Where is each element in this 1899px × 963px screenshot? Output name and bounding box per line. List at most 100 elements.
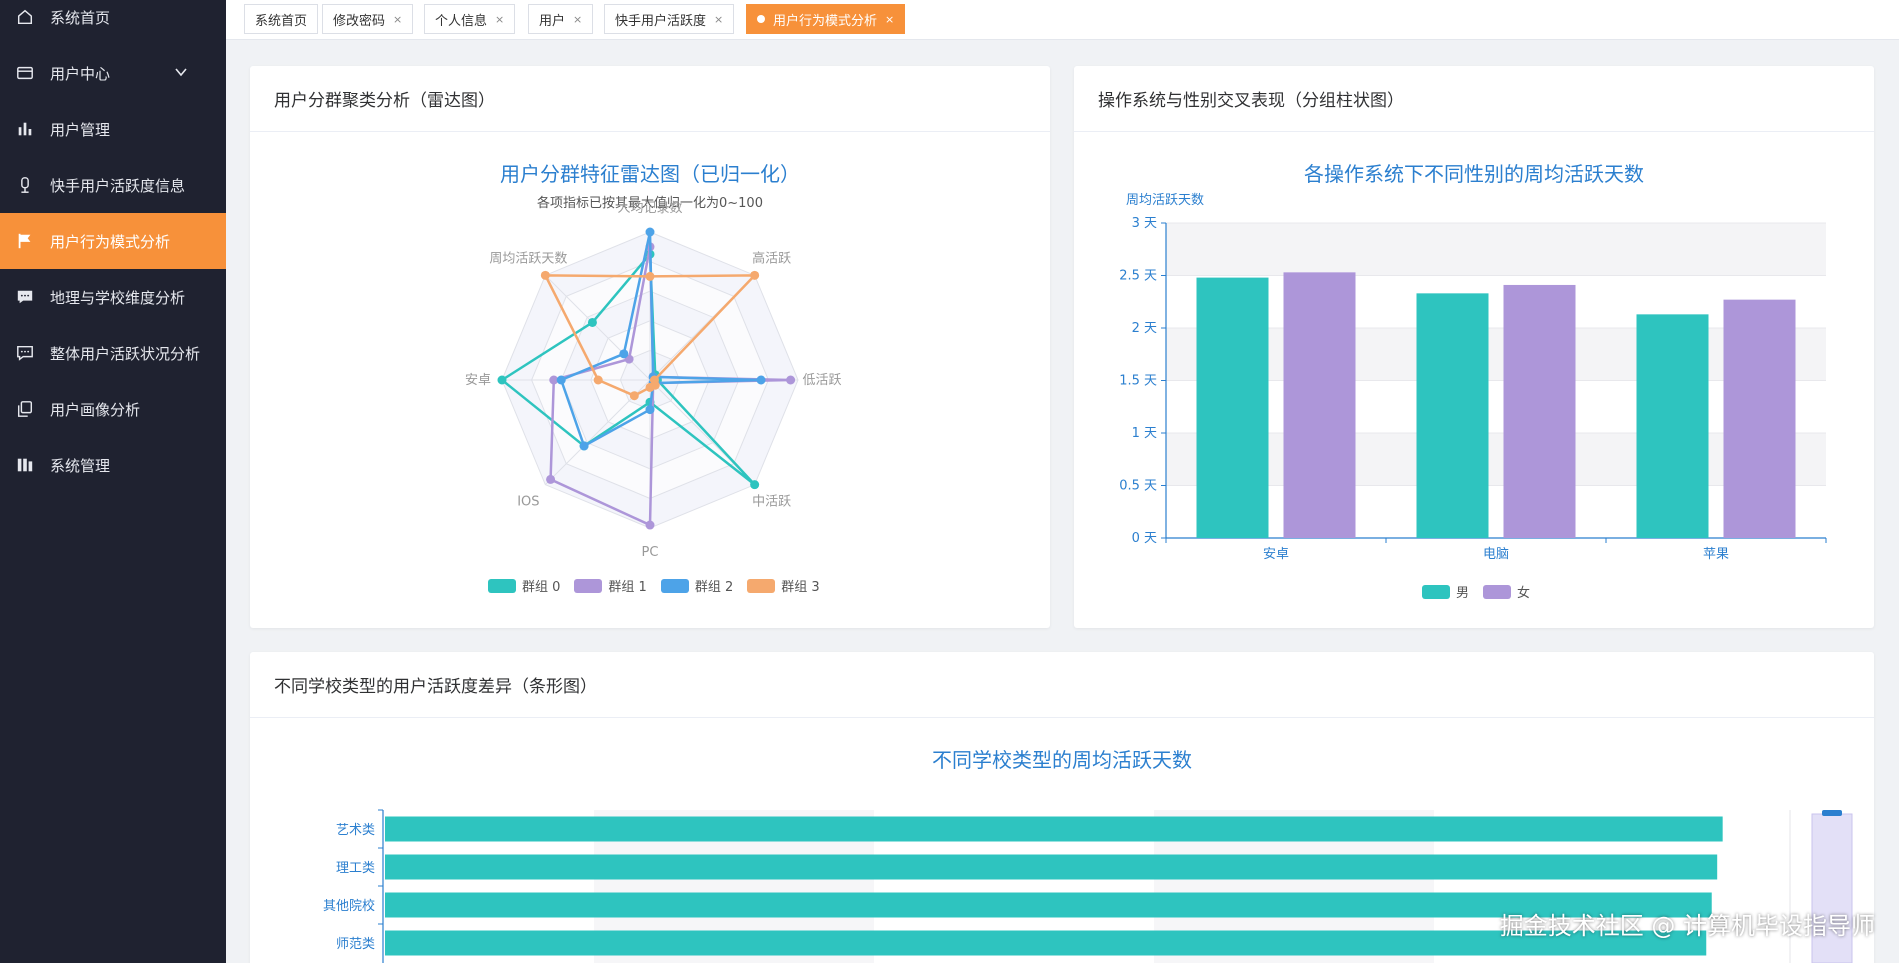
- sidebar-item-7[interactable]: 整体用户活跃状况分析: [0, 325, 226, 381]
- columns-icon: [14, 454, 36, 476]
- tab-6[interactable]: 用户行为模式分析 ×: [746, 4, 906, 34]
- legend-item[interactable]: 群组 2: [660, 576, 733, 595]
- legend-label: 群组 3: [781, 580, 820, 595]
- tab-label: 用户: [539, 13, 566, 29]
- bar-电脑-女[interactable]: [1503, 284, 1576, 538]
- close-icon[interactable]: ×: [714, 13, 723, 26]
- radar-indicator-label: 安卓: [465, 373, 491, 388]
- sidebar-item-label: 整体用户活跃状况分析: [50, 344, 201, 363]
- tab-label: 用户行为模式分析: [773, 13, 878, 29]
- grouped-bar-chart: 0 天 0.5 天 1 天 1.5 天 2 天 2.5 天 3 天 周均活跃天数安卓 电脑 苹果: [1119, 193, 1827, 562]
- close-icon[interactable]: ×: [495, 13, 504, 26]
- tab-label: 个人信息: [435, 13, 488, 29]
- y-tick-label: 1.5 天: [1119, 374, 1157, 389]
- tab-3[interactable]: 个人信息 ×: [424, 4, 516, 34]
- flag-icon: [14, 230, 36, 252]
- legend-swatch: [747, 578, 776, 593]
- sidebar-item-label: 用户行为模式分析: [50, 232, 171, 251]
- tab-bar: 系统首页 修改密码 × 个人信息 × 用户 × 快手用户活跃度 × 用户行为模式分析 ×: [226, 0, 1899, 40]
- radar-point: [645, 271, 655, 281]
- sidebar-item-8[interactable]: 用户画像分析: [0, 381, 226, 437]
- legend-label: 男: [1456, 586, 1470, 601]
- radar-point: [546, 474, 556, 484]
- y-axis-label: 周均活跃天数: [1126, 193, 1204, 208]
- bar-安卓-女[interactable]: [1283, 272, 1356, 538]
- legend-item[interactable]: 群组 3: [747, 576, 820, 595]
- x-tick-label: 安卓: [1263, 547, 1289, 562]
- radar-indicator-label: PC: [642, 545, 659, 560]
- close-icon[interactable]: ×: [573, 13, 582, 26]
- sidebar-item-label: 系统管理: [50, 456, 111, 475]
- legend-item[interactable]: 群组 0: [488, 576, 560, 595]
- legend-item[interactable]: 女: [1483, 582, 1530, 601]
- bar-chart-icon: [14, 118, 36, 140]
- sidebar-item-4[interactable]: 快手用户活跃度信息: [0, 157, 226, 213]
- radar-point: [645, 520, 655, 530]
- sidebar-item-6[interactable]: 地理与学校维度分析: [0, 269, 226, 325]
- tab-1[interactable]: 系统首页: [244, 4, 319, 34]
- tab-label: 快手用户活跃度: [615, 13, 707, 29]
- grouped-bar-card: 操作系统与性别交叉表现（分组柱状图） 各操作系统下不同性别的周均活跃天数 0 天…: [1074, 66, 1874, 628]
- tab-2[interactable]: 修改密码 ×: [322, 4, 414, 34]
- radar-legend: 群组 0 群组 1 群组 2 群组 3: [488, 576, 834, 595]
- sidebar-item-3[interactable]: 用户管理: [0, 101, 226, 157]
- radar-point: [629, 391, 639, 401]
- sidebar-item-label: 用户中心: [50, 64, 111, 83]
- sidebar-item-2[interactable]: 用户中心: [0, 45, 226, 101]
- tab-label: 系统首页: [255, 13, 308, 29]
- chat-icon: [14, 286, 36, 308]
- x-tick-label: 苹果: [1703, 547, 1729, 562]
- radar-indicator-label: 高活跃: [752, 250, 791, 266]
- chevron-down-icon[interactable]: [174, 65, 188, 79]
- home-icon: [14, 6, 36, 28]
- radar-point: [645, 227, 655, 237]
- radar-point: [579, 441, 589, 451]
- tab-label: 修改密码: [333, 13, 386, 29]
- legend-label: 女: [1517, 586, 1531, 601]
- legend-label: 群组 0: [522, 580, 561, 595]
- microphone-icon: [14, 174, 36, 196]
- sidebar-item-1[interactable]: 系统首页: [0, 0, 226, 45]
- slider-handle[interactable]: [1822, 810, 1842, 816]
- close-icon[interactable]: ×: [393, 13, 402, 26]
- radar-indicator-label: 低活跃: [802, 373, 841, 388]
- hbar-理工类[interactable]: [385, 854, 1718, 880]
- bar-电脑-男[interactable]: [1416, 293, 1489, 538]
- radar-point: [750, 480, 760, 490]
- hbar-艺术类[interactable]: [385, 816, 1723, 842]
- radar-point: [645, 382, 655, 392]
- legend-item[interactable]: 男: [1422, 582, 1469, 601]
- sidebar-item-label: 系统首页: [50, 8, 111, 27]
- bar-苹果-男[interactable]: [1636, 314, 1709, 538]
- tab-5[interactable]: 快手用户活跃度 ×: [604, 4, 735, 34]
- watermark: 掘金技术社区 @ 计算机毕设指导师: [1499, 912, 1875, 940]
- radar-point: [593, 375, 603, 385]
- legend-label: 群组 1: [608, 580, 647, 595]
- y-tick-label: 艺术类: [336, 823, 375, 838]
- radar-point: [756, 375, 766, 385]
- y-tick-label: 2.5 天: [1119, 269, 1157, 284]
- grouped-bar-legend: 男女: [1422, 582, 1544, 601]
- legend-swatch: [574, 578, 603, 593]
- sidebar-item-label: 快手用户活跃度信息: [50, 176, 186, 195]
- legend-swatch: [488, 578, 516, 593]
- sidebar-item-label: 用户画像分析: [50, 400, 141, 419]
- bar-安卓-男[interactable]: [1196, 277, 1269, 538]
- legend-swatch: [1483, 584, 1512, 599]
- radar-point: [750, 270, 760, 280]
- bar-苹果-女[interactable]: [1723, 299, 1796, 538]
- legend-item[interactable]: 群组 1: [574, 576, 647, 595]
- sidebar-item-5[interactable]: 用户行为模式分析: [0, 213, 226, 269]
- y-tick-label: 3 天: [1132, 216, 1157, 231]
- radar-point: [786, 375, 796, 385]
- sidebar-item-label: 地理与学校维度分析: [50, 288, 186, 307]
- tab-4[interactable]: 用户 ×: [528, 4, 594, 34]
- legend-swatch: [660, 578, 689, 593]
- wallet-icon: [14, 62, 36, 84]
- radar-indicator-label: IOS: [517, 495, 539, 510]
- radar-chart: 人均记录数高活跃低活跃中活跃 PC IOS 安卓 周均活跃天数: [465, 201, 842, 560]
- sidebar-item-9[interactable]: 系统管理: [0, 437, 226, 493]
- y-tick-label: 2 天: [1132, 321, 1157, 336]
- active-dot-icon: [757, 15, 765, 23]
- close-icon[interactable]: ×: [885, 13, 894, 26]
